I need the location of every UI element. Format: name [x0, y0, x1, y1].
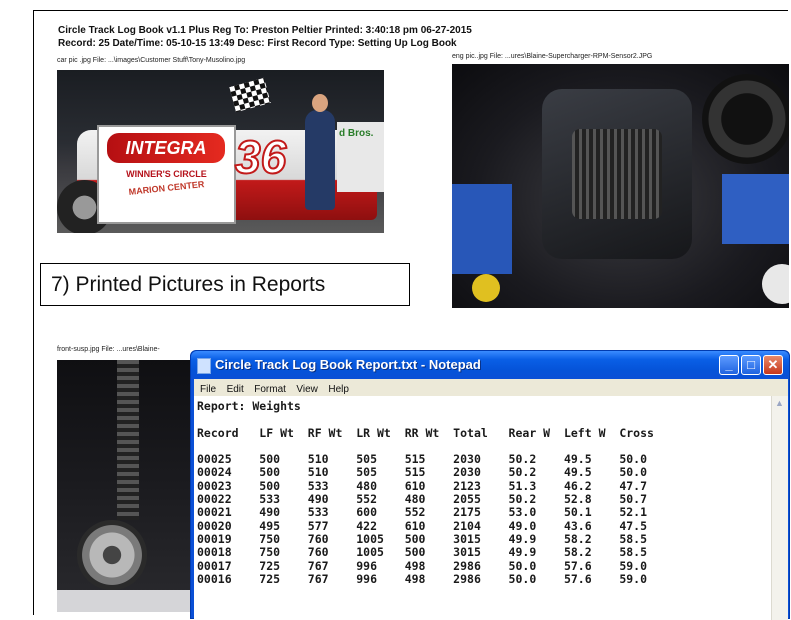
engine-picture [452, 64, 789, 308]
notepad-menu-bar: File Edit Format View Help [194, 379, 788, 396]
sign-logo: INTEGRA [107, 133, 225, 163]
notepad-window[interactable]: Circle Track Log Book Report.txt - Notep… [190, 350, 790, 620]
sponsor-banner-text: d Bros. [339, 128, 374, 139]
car-picture: INTEGRA WINNER'S CIRCLE MARION CENTER 36… [57, 70, 384, 233]
close-button[interactable]: ✕ [763, 355, 783, 375]
notepad-text-area[interactable]: Report: Weights Record LF Wt RF Wt LR Wt… [194, 396, 788, 620]
shop-floor [57, 590, 197, 612]
report-header-line1: Circle Track Log Book v1.1 Plus Reg To: … [58, 25, 472, 36]
report-header-line2: Record: 25 Date/Time: 05-10-15 13:49 Des… [58, 38, 457, 49]
engine-fender-left [452, 184, 512, 274]
driver-figure [305, 94, 335, 210]
engine-fender-right [722, 174, 789, 244]
oil-cap [472, 274, 500, 302]
winners-circle-sign: INTEGRA WINNER'S CIRCLE MARION CENTER [97, 125, 236, 224]
eng-pic-caption: eng pic..jpg File: ...ures\Blaine-Superc… [452, 53, 653, 60]
sign-line2: MARION CENTER [128, 179, 205, 197]
sponsor-banner: d Bros. [337, 122, 384, 192]
car-pic-caption: car pic .jpg File: ...\images\Customer S… [57, 57, 246, 64]
maximize-button[interactable]: □ [741, 355, 761, 375]
shock-absorber [117, 360, 139, 520]
supercharger [542, 89, 692, 259]
notepad-title: Circle Track Log Book Report.txt - Notep… [215, 357, 481, 372]
intake-tube [702, 74, 789, 164]
checkered-flag [229, 77, 271, 113]
reservoir-cap [762, 264, 789, 304]
minimize-button[interactable]: _ [719, 355, 739, 375]
report-text: Report: Weights Record LF Wt RF Wt LR Wt… [197, 399, 654, 586]
notepad-icon[interactable] [197, 358, 211, 374]
vertical-scrollbar[interactable] [771, 396, 788, 620]
wheel-hub [77, 520, 147, 590]
front-suspension-picture [57, 360, 197, 612]
feature-label-box: 7) Printed Pictures in Reports [40, 263, 410, 306]
front-susp-caption: front-susp.jpg File: ...ures\Blaine- [57, 346, 160, 353]
car-number: 36 [234, 130, 287, 184]
notepad-title-bar[interactable]: Circle Track Log Book Report.txt - Notep… [191, 351, 789, 379]
